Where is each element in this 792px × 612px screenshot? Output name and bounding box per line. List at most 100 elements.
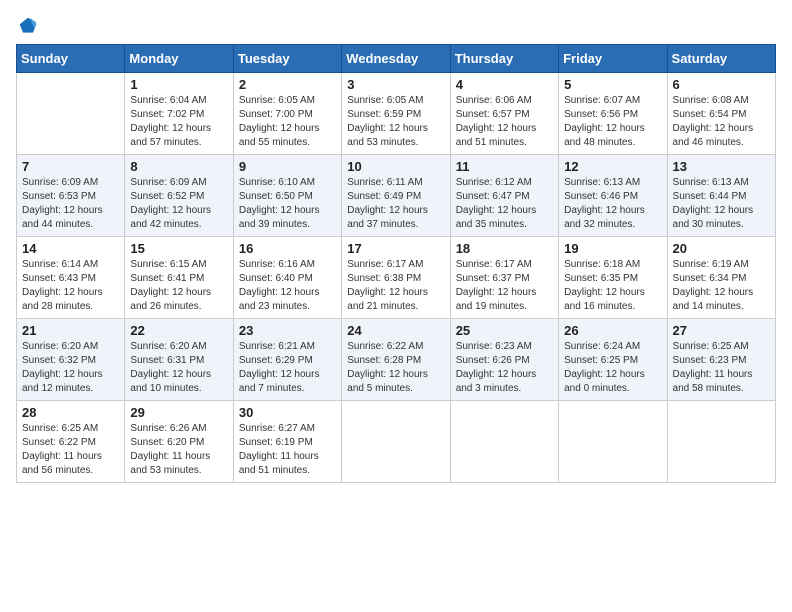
calendar-week-row: 1 Sunrise: 6:04 AMSunset: 7:02 PMDaylight… (17, 73, 776, 155)
cell-info: Sunrise: 6:17 AMSunset: 6:37 PMDaylight:… (456, 258, 553, 314)
cell-info: Sunrise: 6:20 AMSunset: 6:32 PMDaylight:… (22, 340, 119, 396)
cell-date: 13 (673, 159, 770, 174)
cell-info: Sunrise: 6:23 AMSunset: 6:26 PMDaylight:… (456, 340, 553, 396)
cell-info: Sunrise: 6:17 AMSunset: 6:38 PMDaylight:… (347, 258, 444, 314)
weekday-header: Sunday (17, 45, 125, 73)
cell-date: 1 (130, 77, 227, 92)
calendar-cell: 29 Sunrise: 6:26 AMSunset: 6:20 PMDayligh… (125, 401, 233, 483)
calendar-cell: 6 Sunrise: 6:08 AMSunset: 6:54 PMDaylight… (667, 73, 775, 155)
cell-info: Sunrise: 6:14 AMSunset: 6:43 PMDaylight:… (22, 258, 119, 314)
calendar-cell: 30 Sunrise: 6:27 AMSunset: 6:19 PMDayligh… (233, 401, 341, 483)
cell-info: Sunrise: 6:05 AMSunset: 6:59 PMDaylight:… (347, 94, 444, 150)
cell-info: Sunrise: 6:15 AMSunset: 6:41 PMDaylight:… (130, 258, 227, 314)
cell-date: 27 (673, 323, 770, 338)
cell-date: 18 (456, 241, 553, 256)
cell-info: Sunrise: 6:22 AMSunset: 6:28 PMDaylight:… (347, 340, 444, 396)
cell-date: 30 (239, 405, 336, 420)
calendar-cell: 19Sunrise: 6:18 AMSunset: 6:35 PMDayligh… (559, 237, 667, 319)
cell-info: Sunrise: 6:04 AMSunset: 7:02 PMDaylight:… (130, 94, 227, 150)
calendar-cell (667, 401, 775, 483)
calendar-cell (450, 401, 558, 483)
calendar-cell: 17 Sunrise: 6:17 AMSunset: 6:38 PMDayligh… (342, 237, 450, 319)
cell-info: Sunrise: 6:16 AMSunset: 6:40 PMDaylight:… (239, 258, 336, 314)
cell-date: 20 (673, 241, 770, 256)
calendar-week-row: 28 Sunrise: 6:25 AMSunset: 6:22 PMDayligh… (17, 401, 776, 483)
calendar-cell: 13 Sunrise: 6:13 AMSunset: 6:44 PMDayligh… (667, 155, 775, 237)
calendar-cell (17, 73, 125, 155)
cell-date: 22 (130, 323, 227, 338)
cell-info: Sunrise: 6:27 AMSunset: 6:19 PMDaylight:… (239, 422, 336, 478)
cell-info: Sunrise: 6:06 AMSunset: 6:57 PMDaylight:… (456, 94, 553, 150)
cell-info: Sunrise: 6:05 AMSunset: 7:00 PMDaylight:… (239, 94, 336, 150)
calendar-cell: 25 Sunrise: 6:23 AMSunset: 6:26 PMDayligh… (450, 319, 558, 401)
cell-info: Sunrise: 6:19 AMSunset: 6:34 PMDaylight:… (673, 258, 770, 314)
cell-date: 29 (130, 405, 227, 420)
calendar-cell (559, 401, 667, 483)
cell-info: Sunrise: 6:24 AMSunset: 6:25 PMDaylight:… (564, 340, 661, 396)
cell-info: Sunrise: 6:21 AMSunset: 6:29 PMDaylight:… (239, 340, 336, 396)
cell-date: 2 (239, 77, 336, 92)
cell-date: 15 (130, 241, 227, 256)
calendar-cell: 18 Sunrise: 6:17 AMSunset: 6:37 PMDayligh… (450, 237, 558, 319)
cell-info: Sunrise: 6:13 AMSunset: 6:46 PMDaylight:… (564, 176, 661, 232)
cell-info: Sunrise: 6:07 AMSunset: 6:56 PMDaylight:… (564, 94, 661, 150)
cell-date: 28 (22, 405, 119, 420)
cell-info: Sunrise: 6:20 AMSunset: 6:31 PMDaylight:… (130, 340, 227, 396)
calendar-cell: 8 Sunrise: 6:09 AMSunset: 6:52 PMDaylight… (125, 155, 233, 237)
calendar-cell: 1 Sunrise: 6:04 AMSunset: 7:02 PMDaylight… (125, 73, 233, 155)
calendar-cell: 2 Sunrise: 6:05 AMSunset: 7:00 PMDaylight… (233, 73, 341, 155)
calendar-cell: 26 Sunrise: 6:24 AMSunset: 6:25 PMDayligh… (559, 319, 667, 401)
cell-date: 26 (564, 323, 661, 338)
calendar-cell: 27 Sunrise: 6:25 AMSunset: 6:23 PMDayligh… (667, 319, 775, 401)
calendar-cell: 4Sunrise: 6:06 AMSunset: 6:57 PMDaylight… (450, 73, 558, 155)
cell-date: 14 (22, 241, 119, 256)
weekday-header: Tuesday (233, 45, 341, 73)
calendar-cell: 7Sunrise: 6:09 AMSunset: 6:53 PMDaylight… (17, 155, 125, 237)
calendar-cell: 3 Sunrise: 6:05 AMSunset: 6:59 PMDaylight… (342, 73, 450, 155)
cell-info: Sunrise: 6:09 AMSunset: 6:52 PMDaylight:… (130, 176, 227, 232)
cell-date: 8 (130, 159, 227, 174)
calendar-week-row: 21 Sunrise: 6:20 AMSunset: 6:32 PMDayligh… (17, 319, 776, 401)
cell-date: 5 (564, 77, 661, 92)
cell-info: Sunrise: 6:13 AMSunset: 6:44 PMDaylight:… (673, 176, 770, 232)
weekday-header: Saturday (667, 45, 775, 73)
cell-info: Sunrise: 6:25 AMSunset: 6:23 PMDaylight:… (673, 340, 770, 396)
calendar-table: SundayMondayTuesdayWednesdayThursdayFrid… (16, 44, 776, 483)
cell-info: Sunrise: 6:18 AMSunset: 6:35 PMDaylight:… (564, 258, 661, 314)
cell-date: 3 (347, 77, 444, 92)
cell-date: 9 (239, 159, 336, 174)
weekday-header: Friday (559, 45, 667, 73)
cell-info: Sunrise: 6:26 AMSunset: 6:20 PMDaylight:… (130, 422, 227, 478)
cell-date: 25 (456, 323, 553, 338)
calendar-cell (342, 401, 450, 483)
logo-icon (18, 16, 38, 36)
cell-info: Sunrise: 6:11 AMSunset: 6:49 PMDaylight:… (347, 176, 444, 232)
cell-date: 12 (564, 159, 661, 174)
calendar-cell: 16 Sunrise: 6:16 AMSunset: 6:40 PMDayligh… (233, 237, 341, 319)
calendar-cell: 21 Sunrise: 6:20 AMSunset: 6:32 PMDayligh… (17, 319, 125, 401)
calendar-cell: 23 Sunrise: 6:21 AMSunset: 6:29 PMDayligh… (233, 319, 341, 401)
cell-date: 6 (673, 77, 770, 92)
cell-date: 7 (22, 159, 119, 174)
calendar-cell: 11 Sunrise: 6:12 AMSunset: 6:47 PMDayligh… (450, 155, 558, 237)
cell-date: 21 (22, 323, 119, 338)
cell-date: 11 (456, 159, 553, 174)
calendar-cell: 22 Sunrise: 6:20 AMSunset: 6:31 PMDayligh… (125, 319, 233, 401)
calendar-cell: 20 Sunrise: 6:19 AMSunset: 6:34 PMDayligh… (667, 237, 775, 319)
cell-info: Sunrise: 6:12 AMSunset: 6:47 PMDaylight:… (456, 176, 553, 232)
calendar-cell: 24 Sunrise: 6:22 AMSunset: 6:28 PMDayligh… (342, 319, 450, 401)
cell-date: 23 (239, 323, 336, 338)
cell-info: Sunrise: 6:10 AMSunset: 6:50 PMDaylight:… (239, 176, 336, 232)
calendar-cell: 14 Sunrise: 6:14 AMSunset: 6:43 PMDayligh… (17, 237, 125, 319)
cell-date: 17 (347, 241, 444, 256)
cell-date: 10 (347, 159, 444, 174)
weekday-header: Thursday (450, 45, 558, 73)
calendar-cell: 28 Sunrise: 6:25 AMSunset: 6:22 PMDayligh… (17, 401, 125, 483)
calendar-cell: 10 Sunrise: 6:11 AMSunset: 6:49 PMDayligh… (342, 155, 450, 237)
cell-info: Sunrise: 6:08 AMSunset: 6:54 PMDaylight:… (673, 94, 770, 150)
cell-date: 16 (239, 241, 336, 256)
cell-info: Sunrise: 6:25 AMSunset: 6:22 PMDaylight:… (22, 422, 119, 478)
calendar-cell: 9 Sunrise: 6:10 AMSunset: 6:50 PMDaylight… (233, 155, 341, 237)
cell-date: 24 (347, 323, 444, 338)
page-header (16, 16, 776, 36)
